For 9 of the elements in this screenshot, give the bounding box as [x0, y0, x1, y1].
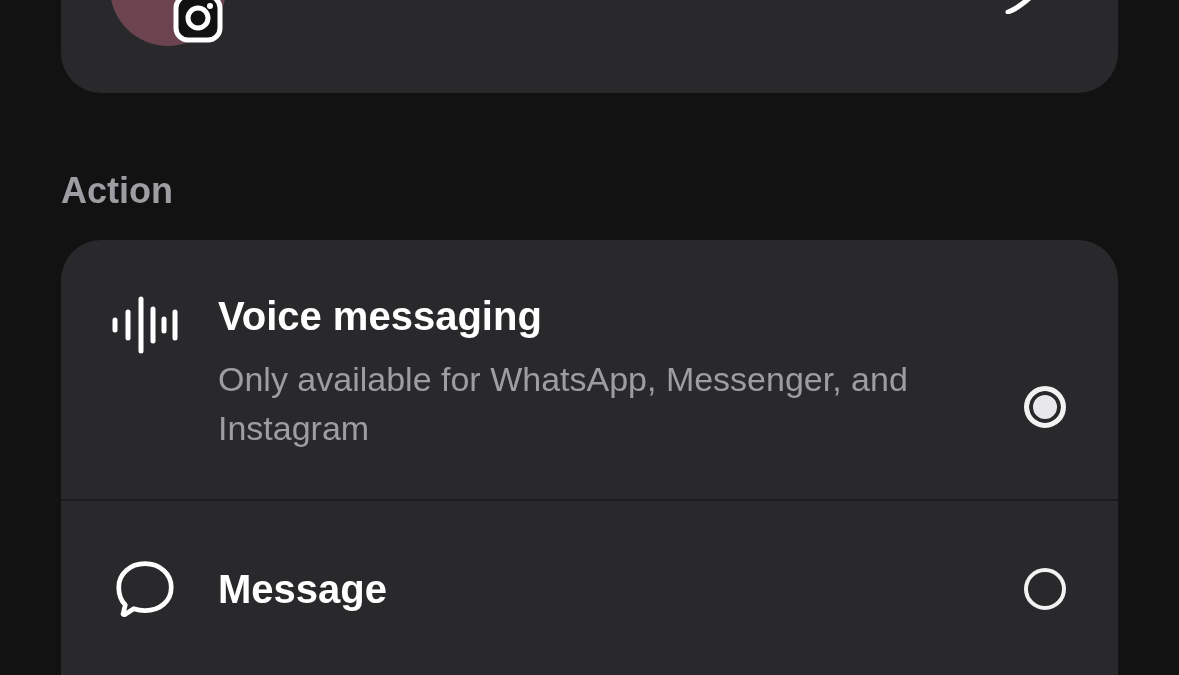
option-row[interactable]: Voice messaging Only available for WhatsApp, Messenger, and Instagram — [61, 240, 1118, 501]
section-label: Action — [61, 169, 174, 213]
option-row[interactable]: Message — [61, 501, 1118, 675]
radio-button[interactable] — [1024, 567, 1066, 610]
option-title: Message — [218, 565, 388, 613]
sound-wave-icon — [111, 295, 179, 355]
option-description: Only available for WhatsApp, Messenger, and Instagram — [218, 359, 908, 449]
radio-button[interactable] — [1024, 386, 1066, 428]
option-title: Voice messaging — [218, 293, 543, 340]
